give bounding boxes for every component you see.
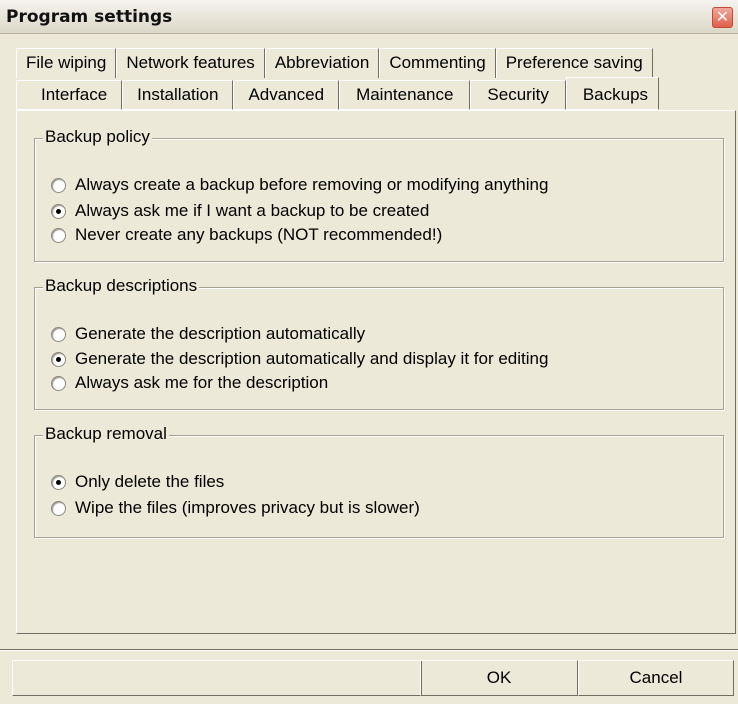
option-label: Generate the description automatically a… [75, 349, 549, 368]
cancel-button[interactable]: Cancel [578, 660, 734, 696]
tab-row-front: Interface Installation Advanced Maintena… [16, 77, 660, 110]
tab-installation[interactable]: Installation [122, 80, 234, 110]
window-title: Program settings [6, 7, 173, 27]
backup-removal-group: Backup removal Only delete the files Wip… [34, 424, 724, 538]
radio-button[interactable] [51, 500, 66, 516]
description-option-automatic[interactable]: Generate the description automatically [51, 324, 365, 344]
tab-network-features[interactable]: Network features [116, 48, 265, 78]
option-label: Always ask me for the description [75, 373, 329, 392]
removal-option-delete[interactable]: Only delete the files [51, 472, 224, 492]
option-label: Wipe the files (improves privacy but is … [75, 498, 420, 517]
tab-preference-saving[interactable]: Preference saving [495, 48, 653, 78]
radio-button-selected[interactable] [51, 351, 66, 367]
radio-button[interactable] [51, 326, 66, 342]
tab-row-back: File wiping Network features Abbreviatio… [16, 48, 653, 78]
policy-option-never-create[interactable]: Never create any backups (NOT recommende… [51, 225, 442, 245]
backup-descriptions-group: Backup descriptions Generate the descrip… [34, 276, 724, 410]
policy-option-always-create[interactable]: Always create a backup before removing o… [51, 175, 548, 195]
tab-advanced[interactable]: Advanced [233, 80, 340, 110]
tab-file-wiping[interactable]: File wiping [16, 48, 117, 78]
radio-button[interactable] [51, 227, 66, 243]
backup-policy-group: Backup policy Always create a backup bef… [34, 127, 724, 262]
backup-removal-title: Backup removal [43, 424, 169, 444]
removal-option-wipe[interactable]: Wipe the files (improves privacy but is … [51, 498, 420, 518]
option-label: Always create a backup before removing o… [75, 175, 549, 194]
backup-descriptions-title: Backup descriptions [43, 276, 200, 296]
footer-spacer [12, 660, 422, 696]
tab-backups[interactable]: Backups [565, 77, 660, 110]
backup-policy-title: Backup policy [43, 127, 152, 147]
option-label: Never create any backups (NOT recommende… [75, 225, 443, 244]
policy-option-always-ask[interactable]: Always ask me if I want a backup to be c… [51, 201, 429, 221]
tab-security[interactable]: Security [470, 80, 566, 110]
tab-commenting[interactable]: Commenting [379, 48, 496, 78]
close-icon[interactable]: ✕ [712, 7, 733, 28]
tab-abbreviation[interactable]: Abbreviation [264, 48, 380, 78]
description-option-automatic-edit[interactable]: Generate the description automatically a… [51, 349, 548, 369]
radio-button-selected[interactable] [51, 474, 66, 490]
radio-button[interactable] [51, 375, 66, 391]
option-label: Generate the description automatically [75, 324, 366, 343]
option-label: Only delete the files [75, 472, 225, 491]
description-option-always-ask[interactable]: Always ask me for the description [51, 373, 328, 393]
radio-button-selected[interactable] [51, 203, 66, 219]
tab-maintenance[interactable]: Maintenance [339, 80, 471, 110]
ok-button[interactable]: OK [420, 660, 578, 696]
option-label: Always ask me if I want a backup to be c… [75, 201, 430, 220]
program-settings-window: Program settings ✕ File wiping Network f… [0, 0, 738, 704]
radio-button[interactable] [51, 177, 66, 193]
title-bar[interactable]: Program settings ✕ [0, 0, 738, 34]
tab-interface[interactable]: Interface [16, 80, 123, 110]
